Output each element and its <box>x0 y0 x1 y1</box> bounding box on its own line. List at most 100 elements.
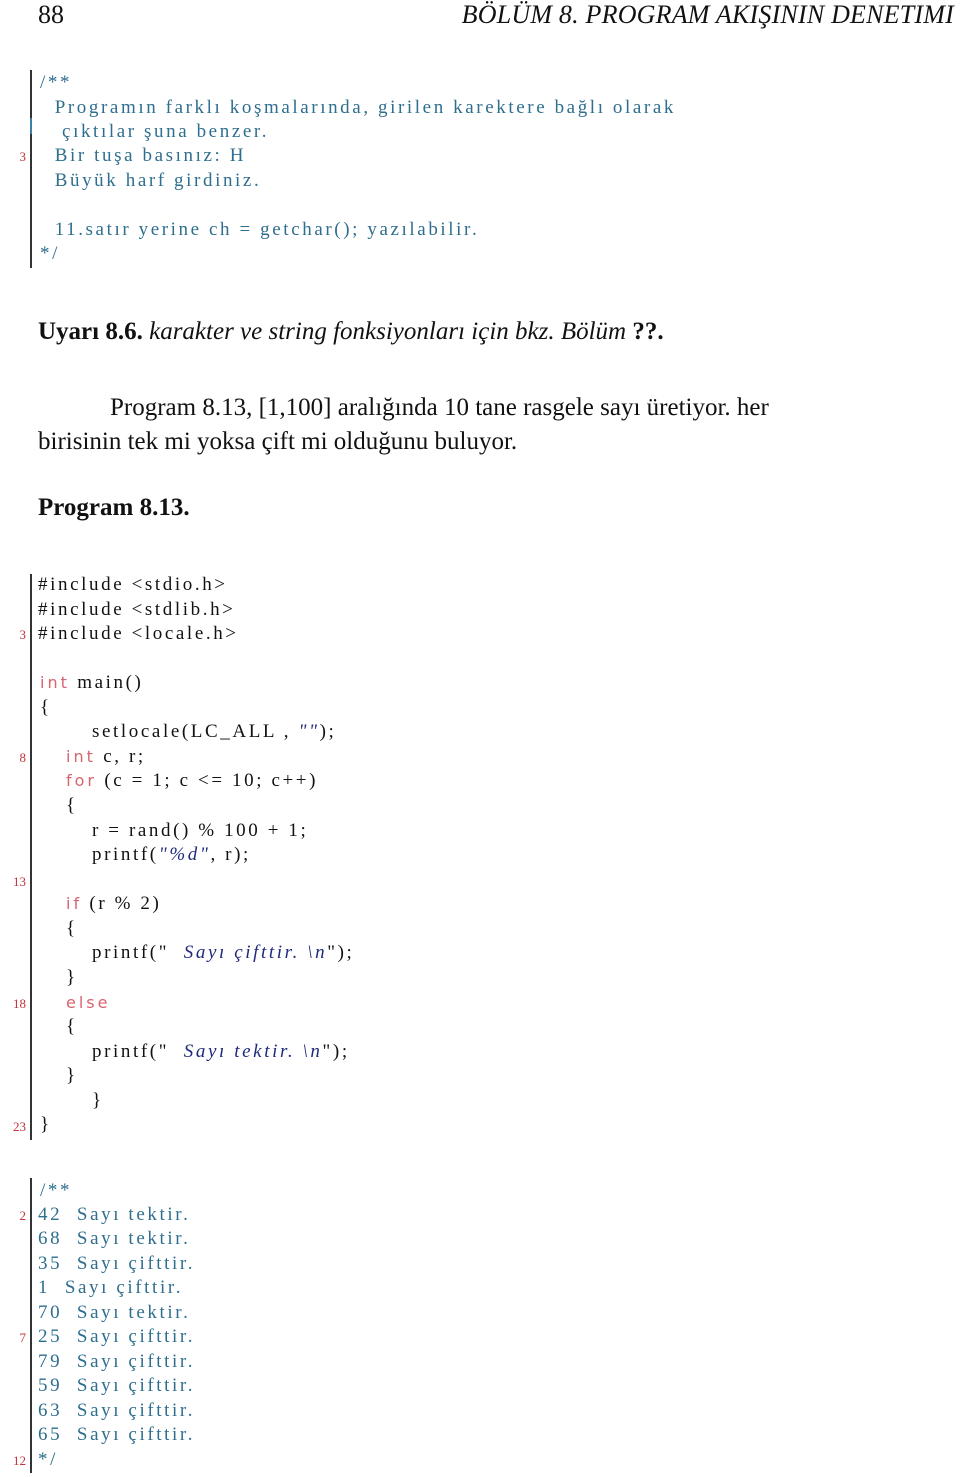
code-text: printf( <box>92 844 159 865</box>
code-line: Büyük harf girdiniz. <box>40 170 262 191</box>
output-text: Sayı çifttir. <box>64 1277 184 1298</box>
code-line: { <box>66 918 78 939</box>
line-number: 3 <box>19 149 27 164</box>
output-number: 59 <box>38 1375 63 1396</box>
output-line: 1 Sayı çifttir. <box>38 1277 183 1299</box>
program-title: Program 8.13. <box>38 494 190 521</box>
output-number: 79 <box>38 1351 63 1372</box>
code-text: setlocale(LC_ALL , <box>92 721 299 742</box>
code-line: if (r % 2) <box>66 893 161 915</box>
chapter-title: BÖLÜM 8. PROGRAM AKIŞININ DENETIMI <box>461 0 954 29</box>
code-text: c, r; <box>95 746 146 767</box>
output-line: 42 Sayı tektir. <box>38 1204 190 1226</box>
code-line: çıktılar şuna benzer. <box>40 121 270 142</box>
code-line: { <box>40 697 52 718</box>
line-number: 23 <box>13 1119 26 1134</box>
output-number: 35 <box>38 1253 63 1274</box>
code-line: int c, r; <box>66 746 146 768</box>
output-line: 59 Sayı çifttir. <box>38 1375 195 1397</box>
code-text: "); <box>322 1041 350 1062</box>
keyword: else <box>66 993 111 1012</box>
code-line: Bir tuşa basınız: H <box>40 145 247 166</box>
code-line: Programın farklı koşmalarında, girilen k… <box>40 97 676 118</box>
keyword: int <box>66 747 96 766</box>
keyword: if <box>66 894 83 913</box>
code-line: int main() <box>40 672 143 694</box>
code-line: printf("%d", r); <box>92 844 251 866</box>
output-line: 25 Sayı çifttir. <box>38 1326 195 1348</box>
output-text: Sayı tektir. <box>76 1204 191 1225</box>
keyword: int <box>40 673 70 692</box>
line-number: 8 <box>19 750 27 765</box>
code-line: r = rand() % 100 + 1; <box>92 820 309 841</box>
output-text: Sayı çifttir. <box>76 1253 196 1274</box>
string-literal: "%d" <box>158 844 211 865</box>
paragraph-line: birisinin tek mi yoksa çift mi olduğunu … <box>38 428 518 455</box>
output-number: 63 <box>38 1400 63 1421</box>
string-literal: Sayı tektir. \n <box>183 1041 323 1062</box>
code-line: for (c = 1; c <= 10; c++) <box>66 770 318 792</box>
line-number: 12 <box>13 1453 26 1468</box>
code-text: (r % 2) <box>82 893 162 914</box>
code-text: (c = 1; c <= 10; c++) <box>97 770 319 791</box>
code-line: 11.satır yerine ch = getchar(); yazılabi… <box>40 219 480 240</box>
code-line: #include <locale.h> <box>38 623 239 644</box>
code-text: "); <box>327 942 355 963</box>
page-number: 88 <box>38 0 64 29</box>
listing-rule-highlight <box>30 118 32 134</box>
output-number: 1 <box>38 1277 51 1298</box>
line-number: 3 <box>19 627 27 642</box>
code-line: } <box>40 1114 52 1135</box>
code-line: */ <box>38 1449 58 1470</box>
output-text: Sayı çifttir. <box>76 1424 196 1445</box>
listing-rule <box>30 198 32 268</box>
listing-rule <box>30 1178 32 1473</box>
code-text: , r); <box>210 844 251 865</box>
output-text: Sayı çifttir. <box>76 1351 196 1372</box>
remark-ref: ??. <box>632 318 664 345</box>
code-line: setlocale(LC_ALL , ""); <box>92 721 336 743</box>
output-line: 63 Sayı çifttir. <box>38 1400 195 1422</box>
line-number: 13 <box>13 874 26 889</box>
output-text: Sayı çifttir. <box>76 1400 196 1421</box>
output-number: 65 <box>38 1424 63 1445</box>
output-line: 79 Sayı çifttir. <box>38 1351 195 1373</box>
code-line: } <box>66 967 78 988</box>
code-line: #include <stdlib.h> <box>38 599 236 620</box>
output-text: Sayı çifttir. <box>76 1375 196 1396</box>
code-line: { <box>66 795 78 816</box>
line-number: 2 <box>19 1208 27 1223</box>
code-line: { <box>66 1016 78 1037</box>
output-number: 25 <box>38 1326 63 1347</box>
code-line: /** <box>40 1180 73 1201</box>
remark-text: karakter ve string fonksiyonları için bk… <box>149 318 627 345</box>
line-number: 7 <box>19 1330 27 1345</box>
code-line: } <box>66 1065 78 1086</box>
output-line: 65 Sayı çifttir. <box>38 1424 195 1446</box>
output-text: Sayı tektir. <box>76 1302 191 1323</box>
code-text: printf(" <box>92 1041 184 1062</box>
code-line: } <box>92 1090 104 1111</box>
listing-rule <box>30 70 32 198</box>
output-number: 70 <box>38 1302 63 1323</box>
output-number: 68 <box>38 1228 63 1249</box>
remark: Uyarı 8.6. karakter ve string fonksiyonl… <box>38 318 664 346</box>
output-text: Sayı tektir. <box>76 1228 191 1249</box>
code-line: /** <box>40 72 73 93</box>
line-number: 18 <box>13 996 26 1011</box>
output-text: Sayı çifttir. <box>76 1326 196 1347</box>
code-text: printf(" <box>92 942 184 963</box>
code-line: #include <stdio.h> <box>38 574 228 595</box>
paragraph-line: Program 8.13, [1,100] aralığında 10 tane… <box>110 394 769 421</box>
code-line: else <box>66 992 110 1014</box>
output-number: 42 <box>38 1204 63 1225</box>
code-text: ); <box>319 721 337 742</box>
code-text: main() <box>69 672 144 693</box>
listing-rule <box>30 574 32 1140</box>
string-literal: Sayı çifttir. \n <box>183 942 328 963</box>
code-line: printf(" Sayı çifttir. \n"); <box>92 942 354 964</box>
output-line: 68 Sayı tektir. <box>38 1228 190 1250</box>
string-literal: "" <box>298 721 320 742</box>
output-line: 70 Sayı tektir. <box>38 1302 190 1324</box>
keyword: for <box>66 771 97 790</box>
